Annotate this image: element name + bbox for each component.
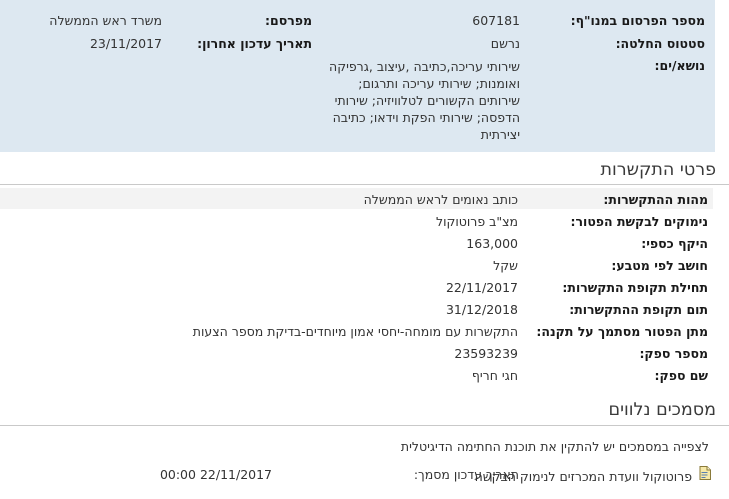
contact-row-value: 23593239 xyxy=(454,346,518,361)
contact-row-label: היקף כספי: xyxy=(641,236,708,251)
last-update-label: תאריך עדכון אחרון: xyxy=(197,36,312,51)
contact-row-value: שקל xyxy=(493,258,518,273)
contact-row-value: 22/11/2017 xyxy=(445,280,518,295)
publication-number-value: 607181 xyxy=(472,13,520,28)
publisher-label: מפרסם: xyxy=(265,13,312,28)
topics-line: הדפסה; שירותי הפקת וידאו; כתיבה xyxy=(332,110,520,125)
contact-divider xyxy=(0,184,729,185)
contact-row-value: חגי חריף xyxy=(471,368,518,383)
topics-line: שירותי עריכה,כתיבה ,עיצוב ,גרפיקה xyxy=(329,59,520,74)
document-update-value: 22/11/2017 00:00 xyxy=(159,467,272,482)
contact-row-label: נימוקים לבקשת הפטור: xyxy=(570,214,709,229)
document-update-label: תאריך עדכון מסמך: xyxy=(413,467,519,482)
topics-line: ואומנות; שירותי עריכה ותרגום; xyxy=(358,76,520,91)
contact-row-label: מהות ההתקשרות: xyxy=(603,192,708,207)
contact-row-value: 163,000 xyxy=(466,236,518,251)
summary-panel: מספר הפרסום במנו"ף: 607181 מפרסם: משרד ר… xyxy=(0,0,715,152)
contact-row-label: תחילת תקופת התקשרות: xyxy=(562,280,708,295)
contact-row-value: מצ"ב פרוטוקול xyxy=(435,214,518,229)
topics-line: יצירתית xyxy=(480,127,520,142)
last-update-value: 23/11/2017 xyxy=(89,36,162,51)
contact-row-label: תום תקופת ההתקשרות: xyxy=(569,302,708,317)
page: מספר הפרסום במנו"ף: 607181 מפרסם: משרד ר… xyxy=(0,0,729,499)
publication-number-label: מספר הפרסום במנו"ף: xyxy=(570,13,705,28)
topics-line: שירותים הקשורים לטלוויזיה; שירותי xyxy=(334,93,520,108)
documents-divider xyxy=(0,425,729,426)
document-icon[interactable] xyxy=(699,466,711,480)
topics-list: שירותי עריכה,כתיבה ,עיצוב ,גרפיקה ואומנו… xyxy=(329,58,520,143)
contact-row-value: התקשרות עם מומחה-יחסי אמון מיוחדים-בדיקת… xyxy=(192,324,518,339)
contact-row-value: כותב נאומים לראש הממשלה xyxy=(363,192,518,207)
decision-status-value: נרשם xyxy=(490,36,520,51)
publisher-value: משרד ראש הממשלה xyxy=(49,13,162,28)
contact-row-label: חושב לפי מטבע: xyxy=(611,258,708,273)
documents-section-title: מסמכים נלווים xyxy=(608,400,717,420)
contact-section-title: פרטי התקשרות xyxy=(600,160,716,180)
decision-status-label: סטטוס החלטה: xyxy=(615,36,705,51)
signature-notice: לצפייה במסמכים יש להתקין את תוכנת החתימה… xyxy=(400,439,709,454)
topics-label: נושא/ים: xyxy=(654,58,705,73)
contact-row-label: מספר ספק: xyxy=(639,346,708,361)
contact-row-label: שם ספק: xyxy=(654,368,708,383)
contact-row-label: מתן הפטור מסתמך על תקנה: xyxy=(536,324,708,339)
contact-row-value: 31/12/2018 xyxy=(445,302,518,317)
